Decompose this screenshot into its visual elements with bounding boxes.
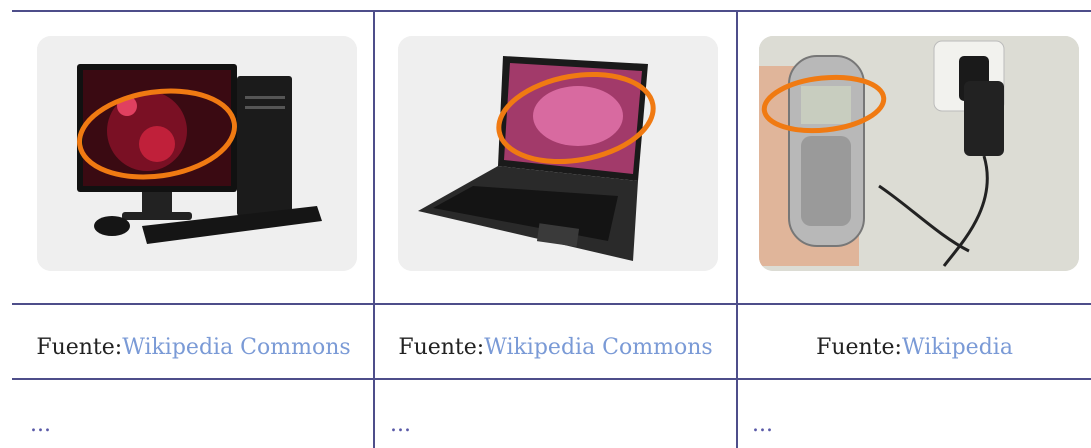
caption-laptop: Fuente: Wikipedia Commons [375,322,736,372]
media-table: Fuente: Wikipedia Commons ... Fuente: Wi… [0,0,1091,448]
mobile-phone-illustration [759,36,1079,271]
caption-desktop: Fuente: Wikipedia Commons [14,322,373,372]
source-link[interactable]: Wikipedia [902,335,1013,360]
row-divider [12,303,1091,305]
column-divider [736,12,738,448]
desktop-computer-illustration [37,36,357,271]
more-text: ... [752,412,773,437]
column-divider [373,12,375,448]
row-divider [12,378,1091,380]
source-link[interactable]: Wikipedia Commons [484,335,712,360]
table-top-border [12,10,1091,12]
more-text: ... [30,412,51,437]
caption-phone: Fuente: Wikipedia [738,322,1091,372]
laptop-image [398,36,718,271]
caption-prefix: Fuente: [36,334,123,360]
desktop-computer-image [37,36,357,271]
mobile-phone-image [759,36,1079,271]
more-text: ... [390,412,411,437]
laptop-illustration [398,36,718,271]
caption-prefix: Fuente: [816,334,902,360]
source-link[interactable]: Wikipedia Commons [122,335,350,360]
caption-prefix: Fuente: [398,334,485,360]
